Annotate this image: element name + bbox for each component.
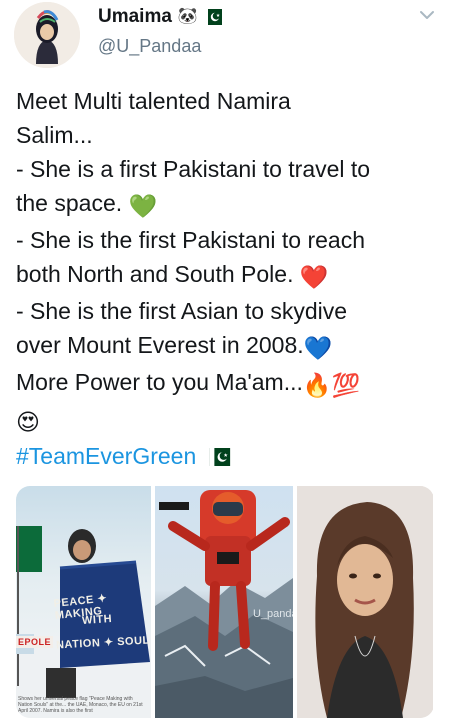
tweet-line: 😍 — [16, 402, 440, 439]
tweet-line: #TeamEverGreen — [16, 439, 440, 473]
blue-heart-emoji: 💙 — [303, 335, 333, 361]
display-name[interactable]: Umaima — [98, 6, 172, 28]
tweet-line: Salim... — [16, 122, 93, 148]
photo-skydive[interactable]: U_pandaa — [155, 486, 293, 718]
hundred-emoji: 💯 — [331, 372, 361, 398]
tweet-media: PEACE ✦ MAKING WITH NATION ✦ SOUL EPOLE … — [16, 486, 434, 718]
tweet-text: Meet Multi talented Namira Salim... - Sh… — [16, 84, 440, 473]
pakistan-flag-icon — [203, 9, 222, 25]
fire-emoji: 🔥 — [302, 372, 332, 398]
photo-flag-at-pole[interactable]: PEACE ✦ MAKING WITH NATION ✦ SOUL EPOLE … — [16, 486, 151, 718]
heart-eyes-emoji: 😍 — [16, 409, 40, 435]
tweet-line: over Mount Everest in 2008.💙 — [16, 328, 440, 365]
hashtag-link[interactable]: #TeamEverGreen — [16, 443, 196, 469]
user-name-row: Umaima 🐼 — [98, 6, 222, 28]
user-handle[interactable]: @U_Pandaa — [98, 36, 201, 57]
photo-portrait-illustration — [297, 486, 433, 718]
photo-skydive-illustration — [155, 490, 293, 718]
avatar-illustration — [14, 2, 80, 68]
pakistan-flag-icon — [209, 441, 231, 466]
tweet-line: - She is the first Pakistani to reach — [16, 227, 365, 253]
photo-caption: Shows her universal peace flag "Peace Ma… — [18, 696, 143, 714]
pole-sign: EPOLE — [16, 636, 54, 648]
tweet-line: both North and South Pole. ❤️ — [16, 257, 440, 294]
tweet-line: - She is a first Pakistani to travel to — [16, 156, 371, 182]
green-heart-emoji: 💚 — [128, 193, 158, 219]
tweet-line: Meet Multi talented Namira — [16, 88, 291, 114]
photo-watermark: U_pandaa — [253, 608, 293, 620]
panda-emoji: 🐼 — [177, 8, 198, 25]
banner-text-line: WITH — [81, 612, 113, 628]
chevron-down-icon[interactable] — [418, 8, 436, 20]
photo-portrait[interactable] — [297, 486, 433, 718]
avatar[interactable] — [14, 2, 80, 68]
red-heart-emoji: ❤️ — [299, 264, 329, 290]
tweet-line: - She is the first Asian to skydive — [16, 298, 348, 324]
tweet-line: More Power to you Ma'am...🔥💯 — [16, 365, 440, 402]
tweet-line: the space. 💚 — [16, 186, 440, 223]
